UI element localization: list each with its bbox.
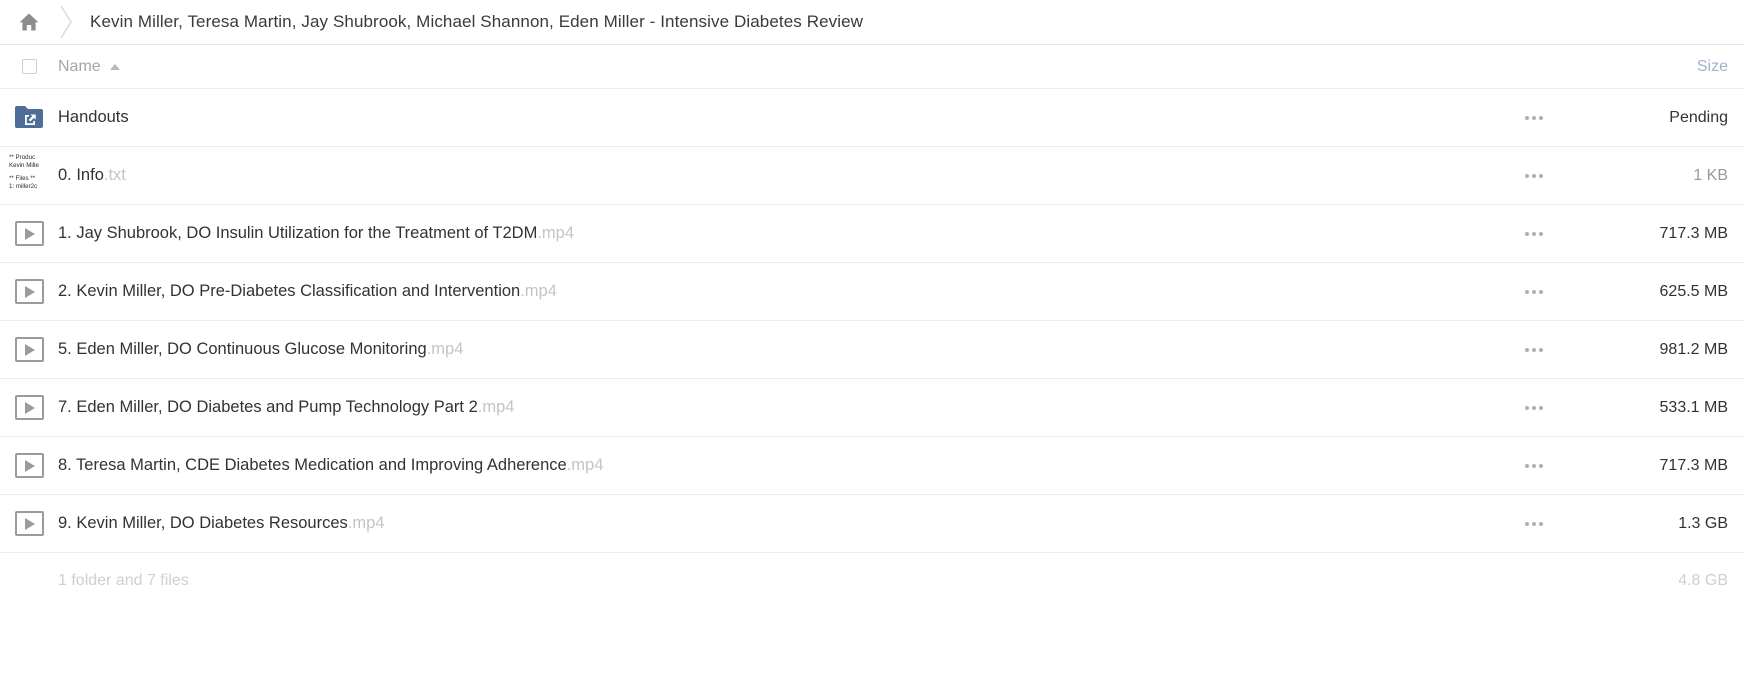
- file-list-table: Name Size Handouts Pending ** Produc Kev…: [0, 44, 1744, 608]
- table-header-row: Name Size: [0, 44, 1744, 88]
- breadcrumb-title[interactable]: Kevin Miller, Teresa Martin, Jay Shubroo…: [90, 12, 863, 32]
- table-row[interactable]: 5. Eden Miller, DO Continuous Glucose Mo…: [0, 320, 1744, 378]
- video-play-icon: [14, 221, 44, 246]
- row-name-cell[interactable]: 9. Kevin Miller, DO Diabetes Resources.m…: [58, 514, 1474, 533]
- row-name-cell[interactable]: 2. Kevin Miller, DO Pre-Diabetes Classif…: [58, 282, 1474, 301]
- file-name: 5. Eden Miller, DO Continuous Glucose Mo…: [58, 340, 463, 359]
- row-name-cell[interactable]: 8. Teresa Martin, CDE Diabetes Medicatio…: [58, 456, 1474, 475]
- row-actions-cell[interactable]: [1474, 289, 1594, 294]
- file-size: 981.2 MB: [1659, 340, 1728, 358]
- file-basename: 1. Jay Shubrook, DO Insulin Utilization …: [58, 224, 538, 242]
- video-play-icon: [14, 337, 44, 362]
- thumbnail-line: Kevin Mille: [9, 161, 39, 169]
- video-play-icon: [14, 395, 44, 420]
- row-name-cell[interactable]: 7. Eden Miller, DO Diabetes and Pump Tec…: [58, 398, 1474, 417]
- file-name: 7. Eden Miller, DO Diabetes and Pump Tec…: [58, 398, 514, 417]
- file-name: 1. Jay Shubrook, DO Insulin Utilization …: [58, 224, 574, 243]
- chevron-right-icon: [42, 5, 90, 39]
- row-name-cell[interactable]: 1. Jay Shubrook, DO Insulin Utilization …: [58, 224, 1474, 243]
- row-icon-cell: [0, 511, 58, 536]
- video-play-icon: [14, 279, 44, 304]
- file-extension: .txt: [103, 166, 126, 184]
- file-name: Handouts: [58, 108, 129, 126]
- table-row[interactable]: 8. Teresa Martin, CDE Diabetes Medicatio…: [0, 436, 1744, 494]
- thumbnail-line: ** Produc: [9, 153, 36, 161]
- breadcrumb: Kevin Miller, Teresa Martin, Jay Shubroo…: [0, 0, 1744, 44]
- more-options-icon[interactable]: [1525, 231, 1543, 236]
- row-icon-cell: [0, 279, 58, 304]
- table-footer: 1 folder and 7 files 4.8 GB: [0, 552, 1744, 608]
- more-options-icon[interactable]: [1525, 463, 1543, 468]
- item-count-label: 1 folder and 7 files: [58, 571, 189, 589]
- file-size: Pending: [1669, 108, 1728, 126]
- row-icon-cell: [0, 453, 58, 478]
- file-basename: 5. Eden Miller, DO Continuous Glucose Mo…: [58, 340, 427, 358]
- file-size: 625.5 MB: [1659, 282, 1728, 300]
- file-extension: .mp4: [477, 398, 515, 416]
- more-options-icon[interactable]: [1525, 289, 1543, 294]
- table-row[interactable]: 2. Kevin Miller, DO Pre-Diabetes Classif…: [0, 262, 1744, 320]
- table-row[interactable]: ** Produc Kevin Mille ** Files ** 1: mil…: [0, 146, 1744, 204]
- row-icon-cell: [0, 395, 58, 420]
- thumbnail-line: 1: miller2c: [9, 183, 38, 191]
- more-options-icon[interactable]: [1525, 115, 1543, 120]
- row-name-cell[interactable]: Handouts: [58, 108, 1474, 127]
- row-icon-cell: [0, 337, 58, 362]
- row-name-cell[interactable]: 5. Eden Miller, DO Continuous Glucose Mo…: [58, 340, 1474, 359]
- select-all-checkbox[interactable]: [21, 59, 37, 74]
- home-icon[interactable]: [16, 9, 42, 35]
- file-basename: 0. Info: [58, 166, 104, 184]
- file-basename: 2. Kevin Miller, DO Pre-Diabetes Classif…: [58, 282, 521, 300]
- row-actions-cell[interactable]: [1474, 231, 1594, 236]
- text-file-thumbnail: ** Produc Kevin Mille ** Files ** 1: mil…: [7, 152, 51, 199]
- row-icon-cell: ** Produc Kevin Mille ** Files ** 1: mil…: [0, 152, 58, 199]
- more-options-icon[interactable]: [1525, 173, 1543, 178]
- file-name: 8. Teresa Martin, CDE Diabetes Medicatio…: [58, 456, 603, 475]
- file-extension: .mp4: [347, 514, 385, 532]
- sort-ascending-icon[interactable]: [109, 63, 120, 70]
- row-name-cell[interactable]: 0. Info.txt: [58, 166, 1474, 185]
- row-icon-cell: [0, 104, 58, 132]
- file-size: 1 KB: [1693, 166, 1728, 184]
- file-size: 1.3 GB: [1678, 514, 1728, 532]
- file-basename: 9. Kevin Miller, DO Diabetes Resources: [58, 514, 348, 532]
- table-row[interactable]: Handouts Pending: [0, 88, 1744, 146]
- column-header-name-label: Name: [58, 57, 101, 75]
- more-options-icon[interactable]: [1525, 405, 1543, 410]
- file-name: 0. Info.txt: [58, 166, 126, 185]
- row-icon-cell: [0, 221, 58, 246]
- select-all-cell[interactable]: [0, 59, 58, 74]
- row-actions-cell[interactable]: [1474, 521, 1594, 526]
- row-actions-cell[interactable]: [1474, 463, 1594, 468]
- table-row[interactable]: 1. Jay Shubrook, DO Insulin Utilization …: [0, 204, 1744, 262]
- file-size: 717.3 MB: [1659, 224, 1728, 242]
- file-name: 2. Kevin Miller, DO Pre-Diabetes Classif…: [58, 282, 557, 301]
- total-size-label: 4.8 GB: [1678, 571, 1728, 589]
- more-options-icon[interactable]: [1525, 521, 1543, 526]
- shared-folder-icon: [14, 104, 44, 132]
- file-basename: 7. Eden Miller, DO Diabetes and Pump Tec…: [58, 398, 478, 416]
- file-basename: 8. Teresa Martin, CDE Diabetes Medicatio…: [58, 456, 567, 474]
- row-actions-cell[interactable]: [1474, 173, 1594, 178]
- file-extension: .mp4: [537, 224, 575, 242]
- row-actions-cell[interactable]: [1474, 405, 1594, 410]
- more-options-icon[interactable]: [1525, 347, 1543, 352]
- file-name: 9. Kevin Miller, DO Diabetes Resources.m…: [58, 514, 384, 533]
- file-size: 533.1 MB: [1659, 398, 1728, 416]
- row-actions-cell[interactable]: [1474, 347, 1594, 352]
- row-actions-cell[interactable]: [1474, 115, 1594, 120]
- column-header-size[interactable]: Size: [1594, 58, 1744, 76]
- file-extension: .mp4: [566, 456, 604, 474]
- video-play-icon: [14, 453, 44, 478]
- table-row[interactable]: 9. Kevin Miller, DO Diabetes Resources.m…: [0, 494, 1744, 552]
- file-extension: .mp4: [426, 340, 464, 358]
- column-header-name[interactable]: Name: [58, 58, 1474, 76]
- thumbnail-line: ** Files **: [9, 174, 36, 182]
- video-play-icon: [14, 511, 44, 536]
- file-extension: .mp4: [520, 282, 557, 300]
- table-row[interactable]: 7. Eden Miller, DO Diabetes and Pump Tec…: [0, 378, 1744, 436]
- file-size: 717.3 MB: [1659, 456, 1728, 474]
